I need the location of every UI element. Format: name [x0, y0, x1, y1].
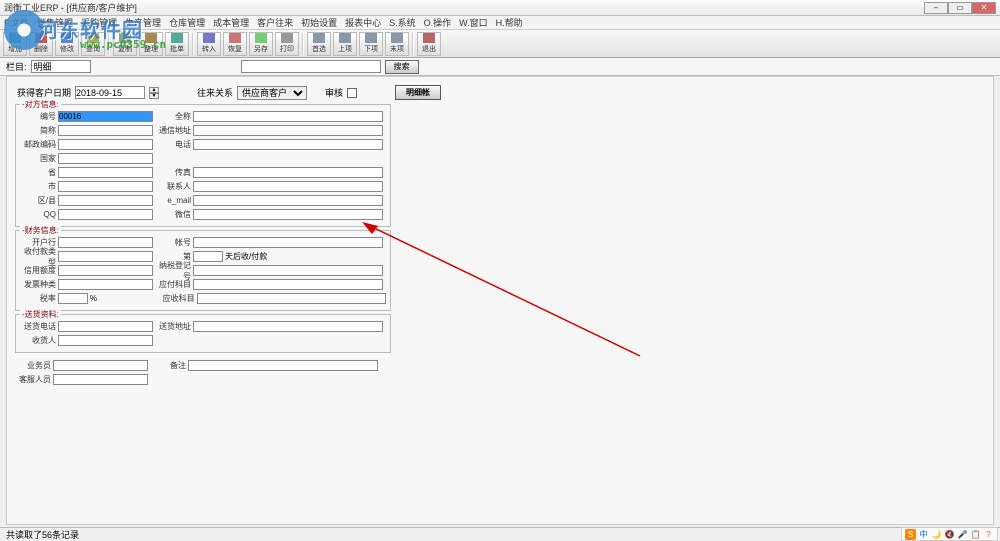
code-input[interactable]	[58, 111, 153, 122]
menubar: F.文件 销售管理 采购管理 生产管理 仓库管理 成本管理 客户往来 初始设置 …	[0, 16, 1000, 30]
free-fields: 业务员备注 客服人员	[15, 359, 391, 386]
sales-input[interactable]	[53, 360, 148, 371]
relation-label: 往来关系	[197, 86, 233, 99]
taxreg-input[interactable]	[193, 265, 383, 276]
contact-input[interactable]	[193, 181, 383, 192]
tb-copy[interactable]: 复制	[113, 32, 137, 56]
payable-input[interactable]	[193, 279, 383, 290]
menu-init[interactable]: 初始设置	[301, 16, 337, 29]
tb-mod[interactable]: 修改	[55, 32, 79, 56]
remark-input[interactable]	[188, 360, 378, 371]
tb-del[interactable]: 删除	[29, 32, 53, 56]
tb-next[interactable]: 下项	[359, 32, 383, 56]
paytype-input[interactable]	[58, 251, 153, 262]
tb-first[interactable]: 首选	[307, 32, 331, 56]
tray-mic-icon[interactable]: 🎤	[957, 529, 968, 540]
menu-reports[interactable]: 报表中心	[345, 16, 381, 29]
tb-org[interactable]: 整理	[139, 32, 163, 56]
panel-delivery-legend: -送货资料:	[20, 309, 61, 320]
second-bar: 栏目: 搜索	[0, 58, 1000, 76]
tray-icon-s[interactable]: S	[905, 529, 916, 540]
date-label: 获得客户日期	[17, 86, 71, 99]
tb-prev[interactable]: 上项	[333, 32, 357, 56]
menu-window[interactable]: W.窗口	[459, 16, 488, 29]
workarea: 获得客户日期 ▴▾ 往来关系 供应商客户 审核 明细帐 -对方信息: 编号全称 …	[6, 76, 994, 525]
tb-exit[interactable]: 退出	[417, 32, 441, 56]
account-input[interactable]	[193, 237, 383, 248]
minimize-button[interactable]: –	[924, 2, 948, 14]
menu-warehouse[interactable]: 仓库管理	[169, 16, 205, 29]
panel-finance: -财务信息: 开户行帐号 收付款类型第天后收/付款 信用额度纳税登记号 发票种类…	[15, 230, 391, 311]
tray-icon-ime[interactable]: 中	[918, 529, 929, 540]
menu-system[interactable]: S.系统	[389, 16, 416, 29]
tb-add[interactable]: 增加	[3, 32, 27, 56]
city-input[interactable]	[58, 181, 153, 192]
toolbar: 增加 删除 修改 查询 复制 整理 批单 转入 恢复 另存 打印 首选 上项 下…	[0, 30, 1000, 58]
short-input[interactable]	[58, 125, 153, 136]
tb-qry[interactable]: 查询	[81, 32, 105, 56]
addr-input[interactable]	[193, 125, 383, 136]
bank-input[interactable]	[58, 237, 153, 248]
audit-checkbox[interactable]	[347, 88, 357, 98]
date-down-icon[interactable]: ▾	[149, 93, 159, 99]
date-input[interactable]	[75, 86, 145, 99]
window-title: 润衡工业ERP - [供应商/客户维护]	[4, 1, 924, 14]
delivaddr-input[interactable]	[193, 321, 383, 332]
statusbar: 共读取了56条记录	[0, 527, 1000, 541]
fullname-input[interactable]	[193, 111, 383, 122]
menu-purchase[interactable]: 采购管理	[81, 16, 117, 29]
country-input[interactable]	[58, 153, 153, 164]
search-input[interactable]	[241, 60, 381, 73]
credit-input[interactable]	[58, 265, 153, 276]
tb-print[interactable]: 打印	[275, 32, 299, 56]
tray-moon-icon[interactable]: 🌙	[931, 529, 942, 540]
menu-operate[interactable]: O.操作	[424, 16, 452, 29]
detail-button[interactable]: 明细帐	[395, 85, 441, 100]
search-button[interactable]: 搜索	[385, 60, 419, 74]
tb-save[interactable]: 另存	[249, 32, 273, 56]
panel-finance-legend: -财务信息:	[20, 225, 61, 236]
form-header-row: 获得客户日期 ▴▾ 往来关系 供应商客户 审核 明细帐	[17, 85, 983, 100]
titlebar: 润衡工业ERP - [供应商/客户维护] – ▭ ✕	[0, 0, 1000, 16]
menu-customer[interactable]: 客户往来	[257, 16, 293, 29]
menu-production[interactable]: 生产管理	[125, 16, 161, 29]
audit-label: 审核	[325, 86, 343, 99]
close-button[interactable]: ✕	[972, 2, 996, 14]
tb-in[interactable]: 转入	[197, 32, 221, 56]
column-label: 栏目:	[6, 60, 27, 73]
panel-party-info: -对方信息: 编号全称 简称通信地址 邮政编码电话 国家 省传真 市联系人 区/…	[15, 104, 391, 227]
tb-batch[interactable]: 批单	[165, 32, 189, 56]
phone-input[interactable]	[193, 139, 383, 150]
menu-cost[interactable]: 成本管理	[213, 16, 249, 29]
qq-input[interactable]	[58, 209, 153, 220]
panel-party-legend: -对方信息:	[20, 99, 61, 110]
province-input[interactable]	[58, 167, 153, 178]
menu-file[interactable]: F.文件	[4, 16, 29, 29]
invoice-input[interactable]	[58, 279, 153, 290]
tb-last[interactable]: 末项	[385, 32, 409, 56]
wechat-input[interactable]	[193, 209, 383, 220]
column-combo[interactable]	[31, 60, 91, 73]
email-input[interactable]	[193, 195, 383, 206]
tray-mute-icon[interactable]: 🔇	[944, 529, 955, 540]
menu-sales[interactable]: 销售管理	[37, 16, 73, 29]
tb-rest[interactable]: 恢复	[223, 32, 247, 56]
zip-input[interactable]	[58, 139, 153, 150]
tray-clip-icon[interactable]: 📋	[970, 529, 981, 540]
status-text: 共读取了56条记录	[6, 528, 79, 541]
receivable-input[interactable]	[197, 293, 386, 304]
tray-help-icon[interactable]: ?	[983, 529, 994, 540]
maximize-button[interactable]: ▭	[948, 2, 972, 14]
consignee-input[interactable]	[58, 335, 153, 346]
taxrate-input[interactable]	[58, 293, 88, 304]
system-tray: S 中 🌙 🔇 🎤 📋 ?	[901, 527, 998, 541]
panel-delivery: -送货资料: 送货电话送货地址 收货人	[15, 314, 391, 353]
days-input[interactable]	[193, 251, 223, 262]
fax-input[interactable]	[193, 167, 383, 178]
district-input[interactable]	[58, 195, 153, 206]
service-input[interactable]	[53, 374, 148, 385]
relation-select[interactable]: 供应商客户	[237, 86, 307, 100]
delivphone-input[interactable]	[58, 321, 153, 332]
menu-help[interactable]: H.帮助	[496, 16, 523, 29]
